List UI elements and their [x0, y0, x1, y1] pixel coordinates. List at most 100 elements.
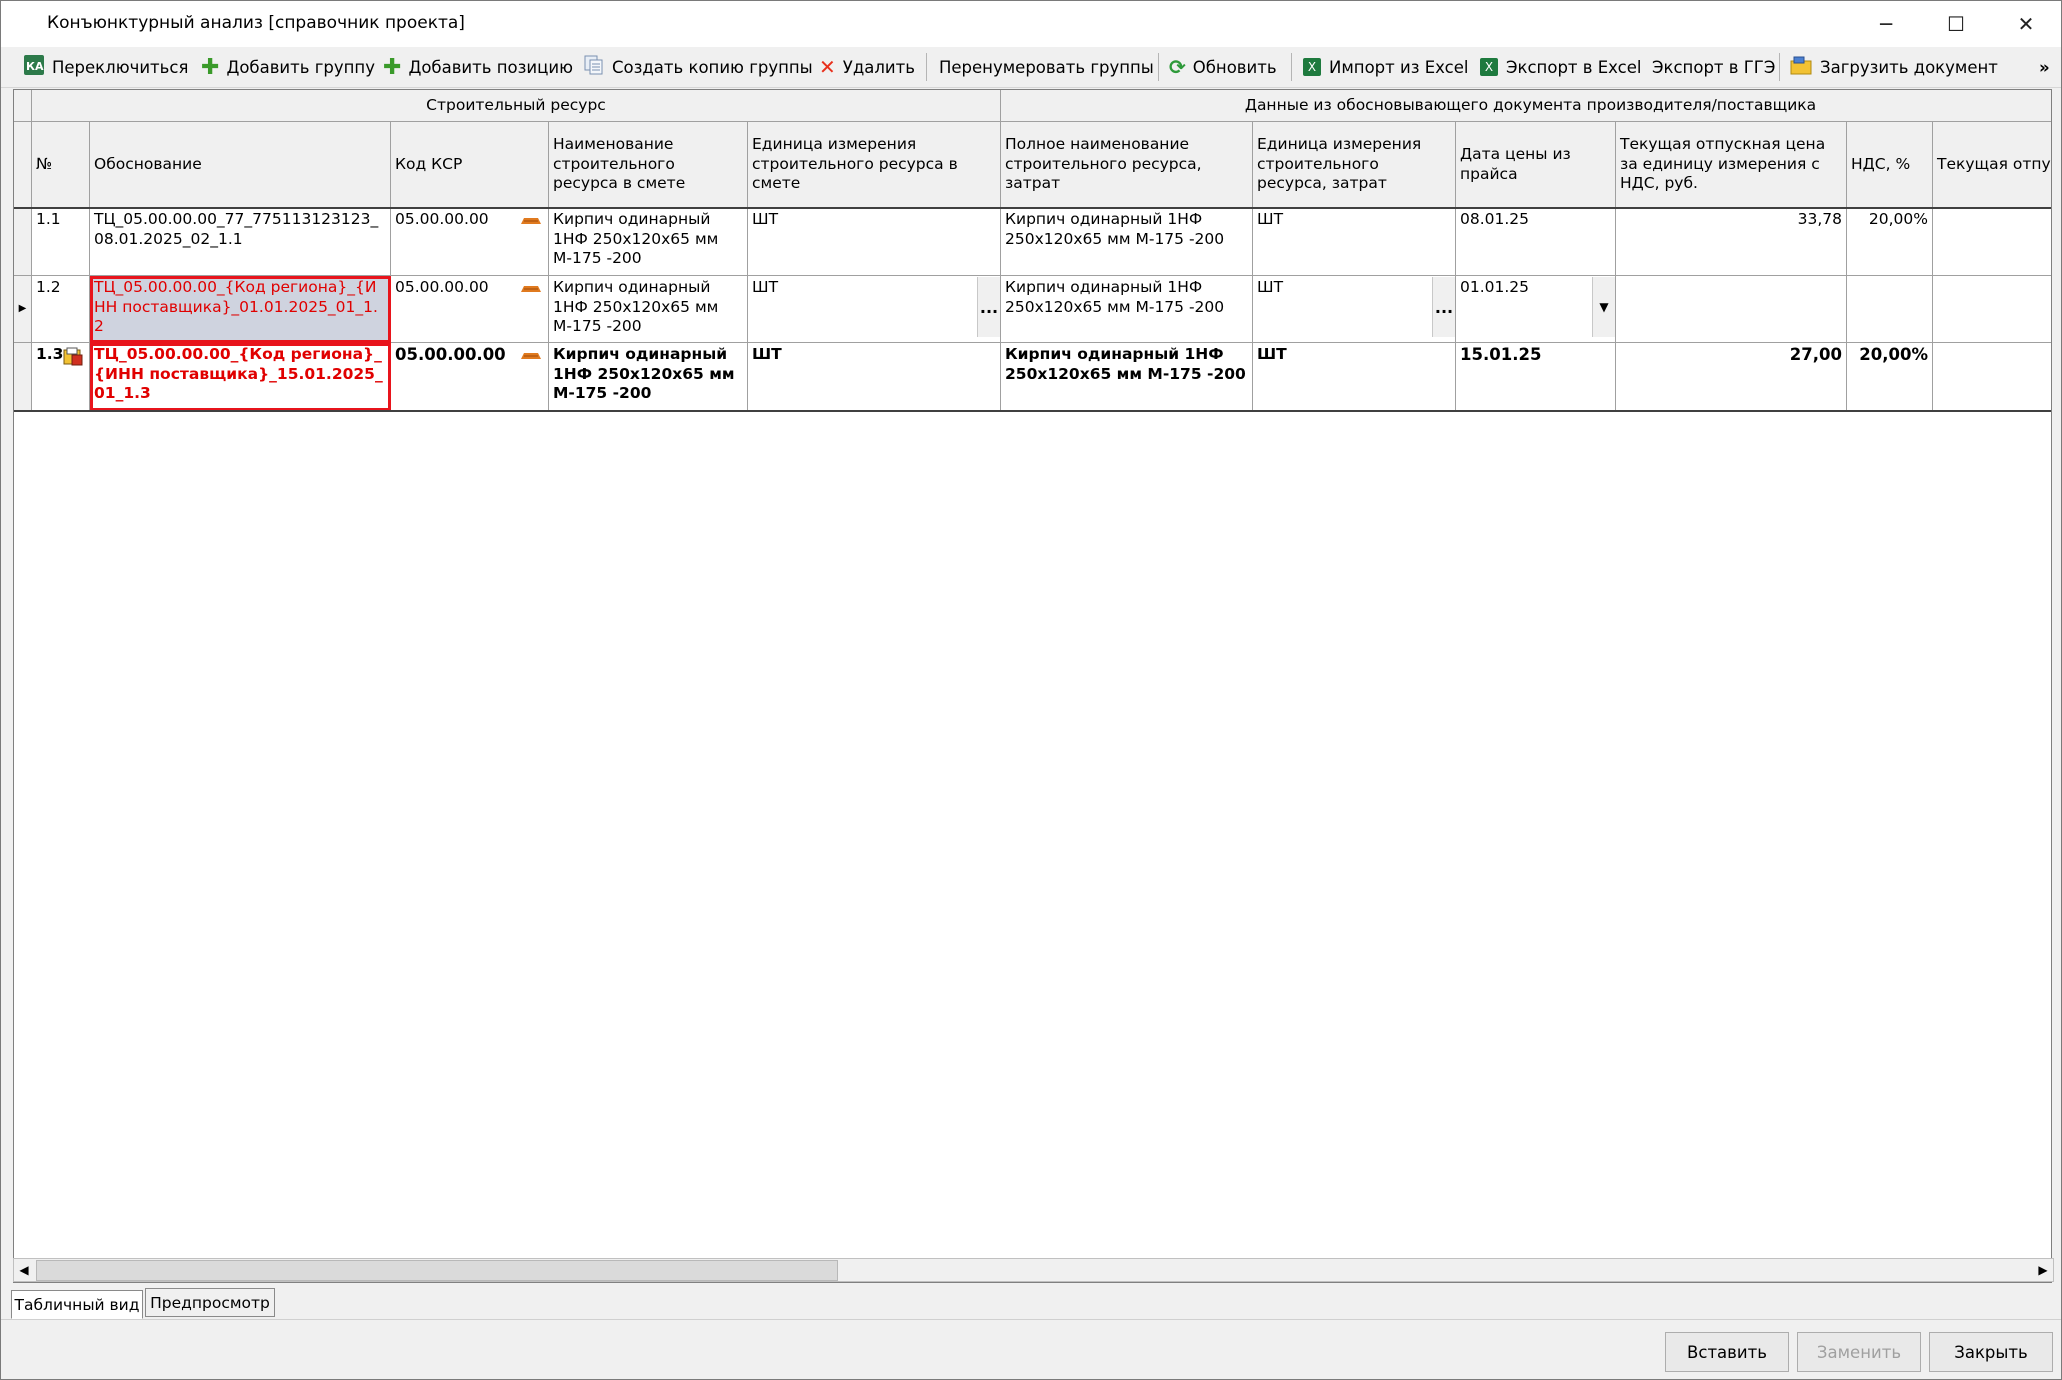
cell-vat[interactable]: 20,00% [1847, 208, 1933, 276]
column-header-price[interactable]: Текущая отпускная цена за единицу измере… [1616, 122, 1847, 208]
brick-icon [521, 286, 541, 292]
load-document-button[interactable]: Загрузить документ [1787, 51, 2000, 83]
horizontal-scrollbar[interactable]: ◀ ▶ [13, 1258, 2054, 1282]
column-header-basis[interactable]: Обоснование [90, 122, 391, 208]
renumber-label: Перенумеровать группы [939, 57, 1154, 77]
cell-name[interactable]: Кирпич одинарный 1НФ 250х120х65 мм М-175… [549, 276, 748, 343]
refresh-icon: ⟳ [1169, 55, 1186, 79]
close-button[interactable]: Закрыть [1929, 1332, 2053, 1372]
load-document-label: Загрузить документ [1820, 57, 1998, 77]
document-icon [62, 346, 84, 374]
row-indicator[interactable] [14, 208, 32, 276]
minimize-button[interactable]: ─ [1851, 1, 1921, 47]
toolbar-separator [926, 53, 927, 81]
cell-date[interactable]: 15.01.25 [1456, 343, 1616, 411]
load-document-icon [1789, 54, 1813, 80]
cell-full-name[interactable]: Кирпич одинарный 1НФ 250х120х65 мм М-175… [1001, 343, 1253, 411]
column-header-vat[interactable]: НДС, % [1847, 122, 1933, 208]
last-row-divider [14, 410, 2051, 412]
svg-text:КА: КА [26, 60, 44, 73]
scroll-left-arrow-icon[interactable]: ◀ [14, 1260, 34, 1280]
add-group-button[interactable]: ✚ Добавить группу [199, 51, 377, 83]
delete-button[interactable]: ✕ Удалить [817, 51, 917, 83]
indicator-header [14, 122, 32, 208]
copy-icon [583, 54, 605, 80]
cell-unit[interactable]: ШТ [748, 208, 1001, 276]
maximize-button[interactable]: ☐ [1921, 1, 1991, 47]
cell-price-no-vat[interactable] [1933, 343, 2051, 411]
cell-name[interactable]: Кирпич одинарный 1НФ 250х120х65 мм М-175… [549, 343, 748, 411]
cell-num[interactable]: 1.3 [32, 343, 90, 411]
column-header-name[interactable]: Наименование строительного ресурса в сме… [549, 122, 748, 208]
scroll-right-arrow-icon[interactable]: ▶ [2033, 1260, 2053, 1280]
column-header-date[interactable]: Дата цены из прайса [1456, 122, 1616, 208]
toolbar-overflow-button[interactable]: » [2037, 51, 2052, 83]
column-header-full-name[interactable]: Полное наименование строительного ресурс… [1001, 122, 1253, 208]
cell-price-no-vat[interactable] [1933, 276, 2051, 343]
unit-picker-button[interactable]: ... [977, 277, 1000, 337]
row-indicator[interactable] [14, 343, 32, 411]
cell-name[interactable]: Кирпич одинарный 1НФ 250х120х65 мм М-175… [549, 208, 748, 276]
cell-price[interactable]: 27,00 [1616, 343, 1847, 411]
row-indicator[interactable]: ▶ [14, 276, 32, 343]
column-header-num[interactable]: № [32, 122, 90, 208]
group-header-resource: Строительный ресурс [32, 90, 1001, 122]
toolbar-separator [1158, 53, 1159, 81]
cell-vat[interactable] [1847, 276, 1933, 343]
brick-icon [521, 218, 541, 224]
cell-full-name[interactable]: Кирпич одинарный 1НФ 250х120х65 мм М-175… [1001, 276, 1253, 343]
refresh-label: Обновить [1192, 57, 1277, 77]
toolbar-separator [1779, 53, 1780, 81]
column-header-ksr[interactable]: Код КСР [391, 122, 549, 208]
close-window-button[interactable]: ✕ [1991, 1, 2061, 47]
date-dropdown-button[interactable]: ▼ [1592, 277, 1615, 337]
export-gge-label: Экспорт в ГГЭ [1652, 57, 1776, 77]
toolbar-separator [1291, 53, 1292, 81]
export-excel-button[interactable]: X Экспорт в Excel [1478, 51, 1643, 83]
cell-price[interactable] [1616, 276, 1847, 343]
cell-unit-cost[interactable]: ШТ [1253, 276, 1456, 343]
cell-price-no-vat[interactable] [1933, 208, 2051, 276]
cell-unit[interactable]: ШТ [748, 276, 1001, 343]
excel-icon: X [1480, 58, 1498, 76]
data-grid[interactable]: ▶ Строительный ресурс Данные из обосновы… [13, 89, 2052, 1283]
add-position-label: Добавить позицию [408, 57, 573, 77]
tab-table-view[interactable]: Табличный вид [11, 1290, 143, 1319]
export-excel-label: Экспорт в Excel [1506, 57, 1642, 77]
group-header-supplier: Данные из обосновывающего документа прои… [1001, 90, 2051, 122]
tab-preview[interactable]: Предпросмотр [145, 1288, 275, 1317]
cell-num[interactable]: 1.1 [32, 208, 90, 276]
cell-unit-cost[interactable]: ШТ [1253, 343, 1456, 411]
replace-button[interactable]: Заменить [1797, 1332, 1921, 1372]
cell-num[interactable]: 1.2 [32, 276, 90, 343]
cell-unit[interactable]: ШТ [748, 343, 1001, 411]
import-excel-button[interactable]: X Импорт из Excel [1301, 51, 1470, 83]
dialog-footer: Вставить Заменить Закрыть [1, 1319, 2061, 1380]
switch-label: Переключиться [52, 57, 189, 77]
cell-unit-cost[interactable]: ШТ [1253, 208, 1456, 276]
delete-label: Удалить [842, 57, 915, 77]
unit-cost-picker-button[interactable]: ... [1432, 277, 1455, 337]
cell-basis-error[interactable]: ТЦ_05.00.00.00_{Код региона}_{ИНН постав… [90, 343, 391, 411]
cell-basis[interactable]: ТЦ_05.00.00.00_77_775113123123_08.01.202… [90, 208, 391, 276]
cell-basis-selected[interactable]: ТЦ_05.00.00.00_{Код региона}_{ИНН постав… [90, 276, 391, 343]
switch-button[interactable]: КА Переключиться [21, 51, 190, 83]
import-excel-label: Импорт из Excel [1329, 57, 1469, 77]
refresh-button[interactable]: ⟳ Обновить [1167, 51, 1279, 83]
export-gge-button[interactable]: Экспорт в ГГЭ [1650, 51, 1777, 83]
cell-price[interactable]: 33,78 [1616, 208, 1847, 276]
main-window: Конъюнктурный анализ [справочник проекта… [0, 0, 2062, 1380]
header-divider [14, 207, 2051, 209]
renumber-groups-button[interactable]: Перенумеровать группы [937, 51, 1156, 83]
scrollbar-thumb[interactable] [36, 1260, 838, 1281]
row-number: 1.3 [36, 345, 64, 363]
cell-vat[interactable]: 20,00% [1847, 343, 1933, 411]
cell-full-name[interactable]: Кирпич одинарный 1НФ 250х120х65 мм М-175… [1001, 208, 1253, 276]
add-position-button[interactable]: ✚ Добавить позицию [381, 51, 575, 83]
column-header-unit[interactable]: Единица измерения строительного ресурса … [748, 122, 1001, 208]
cell-date[interactable]: 08.01.25 [1456, 208, 1616, 276]
column-header-price-no-vat[interactable]: Текущая отпускная цена за единицу измере… [1933, 122, 2051, 208]
insert-button[interactable]: Вставить [1665, 1332, 1789, 1372]
copy-group-button[interactable]: Создать копию группы [581, 51, 815, 83]
column-header-unit-cost[interactable]: Единица измерения строительного ресурса,… [1253, 122, 1456, 208]
